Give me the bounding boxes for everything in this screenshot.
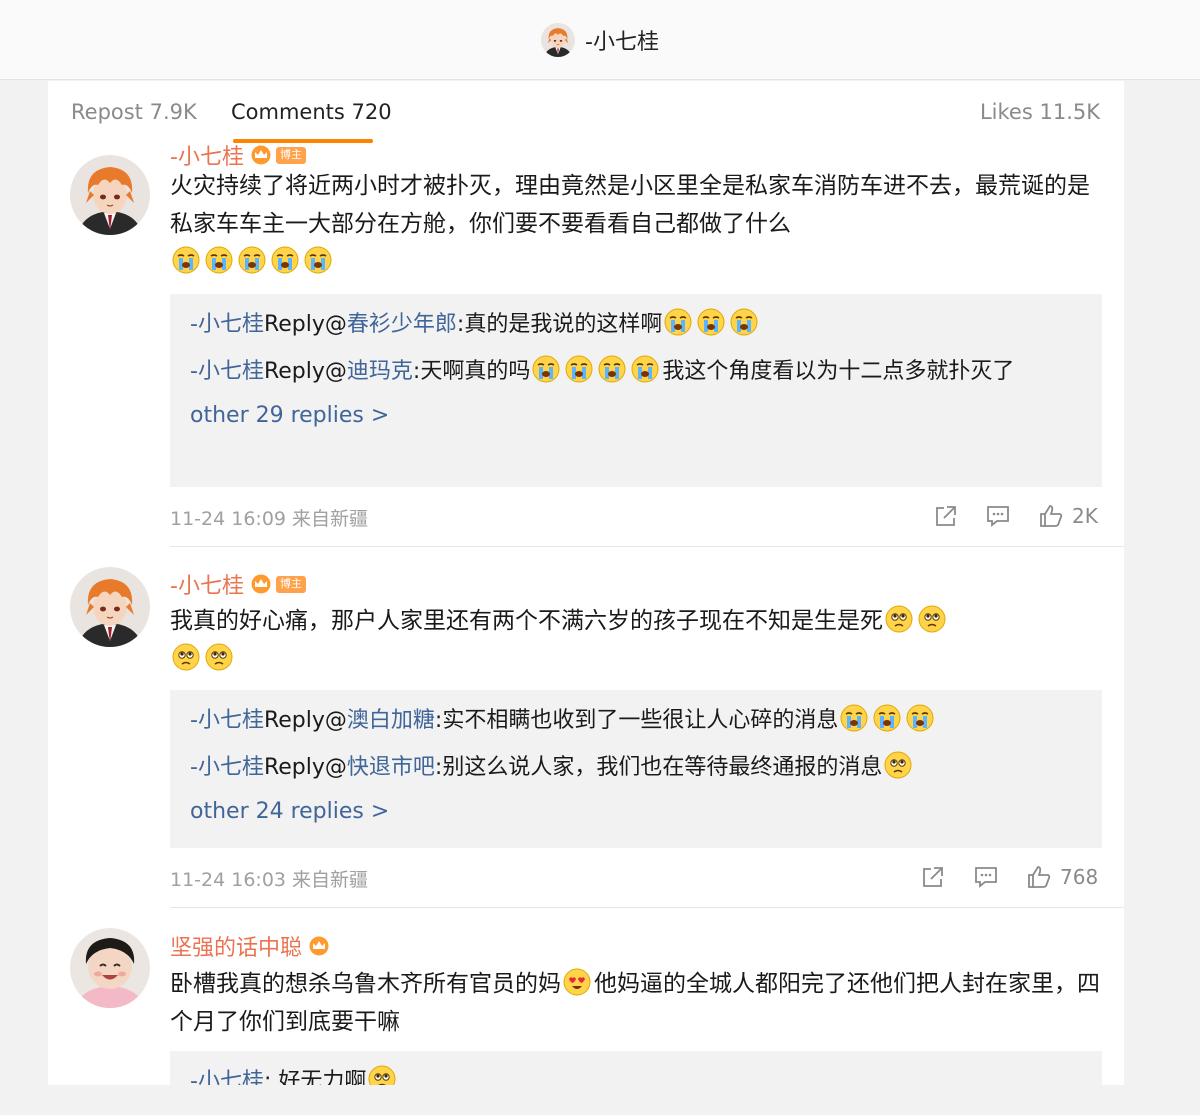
reply-username[interactable]: -小七桂 <box>190 312 264 337</box>
anime-avatar-icon[interactable] <box>70 155 150 235</box>
reply-text: :天啊真的吗 <box>412 359 531 384</box>
crown-icon <box>308 936 330 956</box>
comment-body: 卧槽我真的想杀乌鲁木齐所有官员的妈 <box>170 971 561 997</box>
crying-emoji-icon <box>565 355 593 383</box>
more-replies-link[interactable]: other 24 replies > <box>190 796 1082 838</box>
sad-emoji-icon <box>885 605 913 633</box>
reply-item[interactable]: -小七桂Reply@快退市吧:别这么说人家，我们也在等待最终通报的消息 <box>190 749 1082 787</box>
comment-icon[interactable] <box>985 503 1011 529</box>
reply-box: -小七桂Reply@春衫少年郎:真的是我说的这样啊 -小七桂Reply@迪玛克:… <box>170 294 1102 487</box>
reply-target[interactable]: 快退市吧 <box>347 755 435 780</box>
crying-emoji-icon <box>205 246 233 274</box>
comment-panel: Repost 7.9K Comments 720 Likes 11.5K -小七… <box>48 81 1124 1115</box>
reply-box: -小七桂Reply@澳白加糖:实不相瞒也收到了一些很让人心碎的消息 -小七桂Re… <box>170 690 1102 848</box>
like-icon[interactable] <box>1038 503 1064 529</box>
sad-emoji-icon <box>205 643 233 671</box>
comment-body: 我真的好心痛，那户人家里还有两个不满六岁的孩子现在不知是生是死 <box>170 608 883 634</box>
crown-icon <box>250 574 272 594</box>
comment-body: 火灾持续了将近两小时才被扑灭，理由竟然是小区里全是私家车消防车进不去，最荒诞的是… <box>170 173 1090 237</box>
crying-emoji-icon <box>532 355 560 383</box>
crying-emoji-icon <box>271 246 299 274</box>
comment-time: 11-24 16:09 来自新疆 <box>170 508 369 530</box>
reply-text: :别这么说人家，我们也在等待最终通报的消息 <box>434 755 883 780</box>
reply-word: Reply@ <box>263 708 347 733</box>
reply-username[interactable]: -小七桂 <box>190 755 264 780</box>
crying-emoji-icon <box>631 355 659 383</box>
reply-word: Reply@ <box>263 755 347 780</box>
reply-text: :真的是我说的这样啊 <box>456 312 663 337</box>
reply-target[interactable]: 迪玛克 <box>347 359 413 384</box>
reply-text: :实不相瞒也收到了一些很让人心碎的消息 <box>434 708 839 733</box>
tab-bar: Repost 7.9K Comments 720 Likes 11.5K <box>48 81 1124 143</box>
like-icon[interactable] <box>1026 864 1052 890</box>
reply-username[interactable]: -小七桂 <box>190 359 264 384</box>
crying-emoji-icon <box>304 246 332 274</box>
anime-avatar-icon[interactable] <box>541 23 575 57</box>
like-count[interactable]: 768 <box>1060 865 1098 889</box>
username-text: 坚强的话中聪 <box>170 936 303 961</box>
reply-target[interactable]: 澳白加糖 <box>347 708 435 733</box>
sad-emoji-icon <box>918 605 946 633</box>
comment-text: 我真的好心痛，那户人家里还有两个不满六岁的孩子现在不知是生是死 <box>170 602 1110 678</box>
like-count[interactable]: 2K <box>1072 504 1098 528</box>
comment-text: 卧槽我真的想杀乌鲁木齐所有官员的妈 他妈逼的全城人都阳完了还他们把人封在家里，四个… <box>170 965 1110 1041</box>
comment-text: 火灾持续了将近两小时才被扑灭，理由竟然是小区里全是私家车消防车进不去，最荒诞的是… <box>170 167 1110 281</box>
reply-username[interactable]: -小七桂 <box>190 708 264 733</box>
baby-avatar-icon[interactable] <box>70 928 150 1008</box>
bottom-strip <box>0 1085 1200 1115</box>
comment-username[interactable]: -小七桂 博主 <box>170 568 306 600</box>
crying-emoji-icon <box>840 704 868 732</box>
comment-divider <box>170 546 1124 547</box>
share-icon[interactable] <box>920 864 946 890</box>
anime-avatar-icon[interactable] <box>70 567 150 647</box>
crying-emoji-icon <box>172 246 200 274</box>
comment-time: 11-24 16:03 来自新疆 <box>170 869 369 891</box>
active-tab-indicator <box>233 139 373 143</box>
comment-divider <box>170 907 1124 908</box>
author-badge: 博主 <box>275 146 306 164</box>
comment-icon[interactable] <box>973 864 999 890</box>
username-text: -小七桂 <box>170 574 244 599</box>
reply-word: Reply@ <box>263 312 347 337</box>
reply-word: Reply@ <box>263 359 347 384</box>
crying-emoji-icon <box>697 308 725 336</box>
crying-emoji-icon <box>238 246 266 274</box>
reply-text-continued: 我这个角度看以为十二点多就扑灭了 <box>662 359 1015 384</box>
comment-meta: 11-24 16:03 来自新疆 768 <box>170 861 1102 895</box>
sad-emoji-icon <box>884 751 912 779</box>
tab-comments[interactable]: Comments 720 <box>231 100 392 124</box>
crown-icon <box>250 145 272 165</box>
heart-eyes-emoji-icon <box>563 968 591 996</box>
tab-likes[interactable]: Likes 11.5K <box>980 100 1100 124</box>
share-icon[interactable] <box>933 503 959 529</box>
crying-emoji-icon <box>730 308 758 336</box>
comment-username[interactable]: 坚强的话中聪 <box>170 930 330 962</box>
crying-emoji-icon <box>598 355 626 383</box>
reply-item[interactable]: -小七桂Reply@澳白加糖:实不相瞒也收到了一些很让人心碎的消息 <box>190 702 1082 740</box>
comment-meta: 11-24 16:09 来自新疆 2K <box>170 500 1102 534</box>
crying-emoji-icon <box>664 308 692 336</box>
crying-emoji-icon <box>906 704 934 732</box>
page-title: -小七桂 <box>585 29 659 55</box>
sad-emoji-icon <box>172 643 200 671</box>
tab-repost[interactable]: Repost 7.9K <box>71 100 197 124</box>
author-badge: 博主 <box>275 575 306 593</box>
more-replies-link[interactable]: other 29 replies > <box>190 400 1082 442</box>
reply-item[interactable]: -小七桂Reply@迪玛克:天啊真的吗 我这个角度看以为十二点多就扑灭了 <box>190 353 1082 391</box>
top-bar: -小七桂 <box>0 0 1200 80</box>
reply-item[interactable]: -小七桂Reply@春衫少年郎:真的是我说的这样啊 <box>190 306 1082 344</box>
crying-emoji-icon <box>873 704 901 732</box>
reply-target[interactable]: 春衫少年郎 <box>347 312 457 337</box>
